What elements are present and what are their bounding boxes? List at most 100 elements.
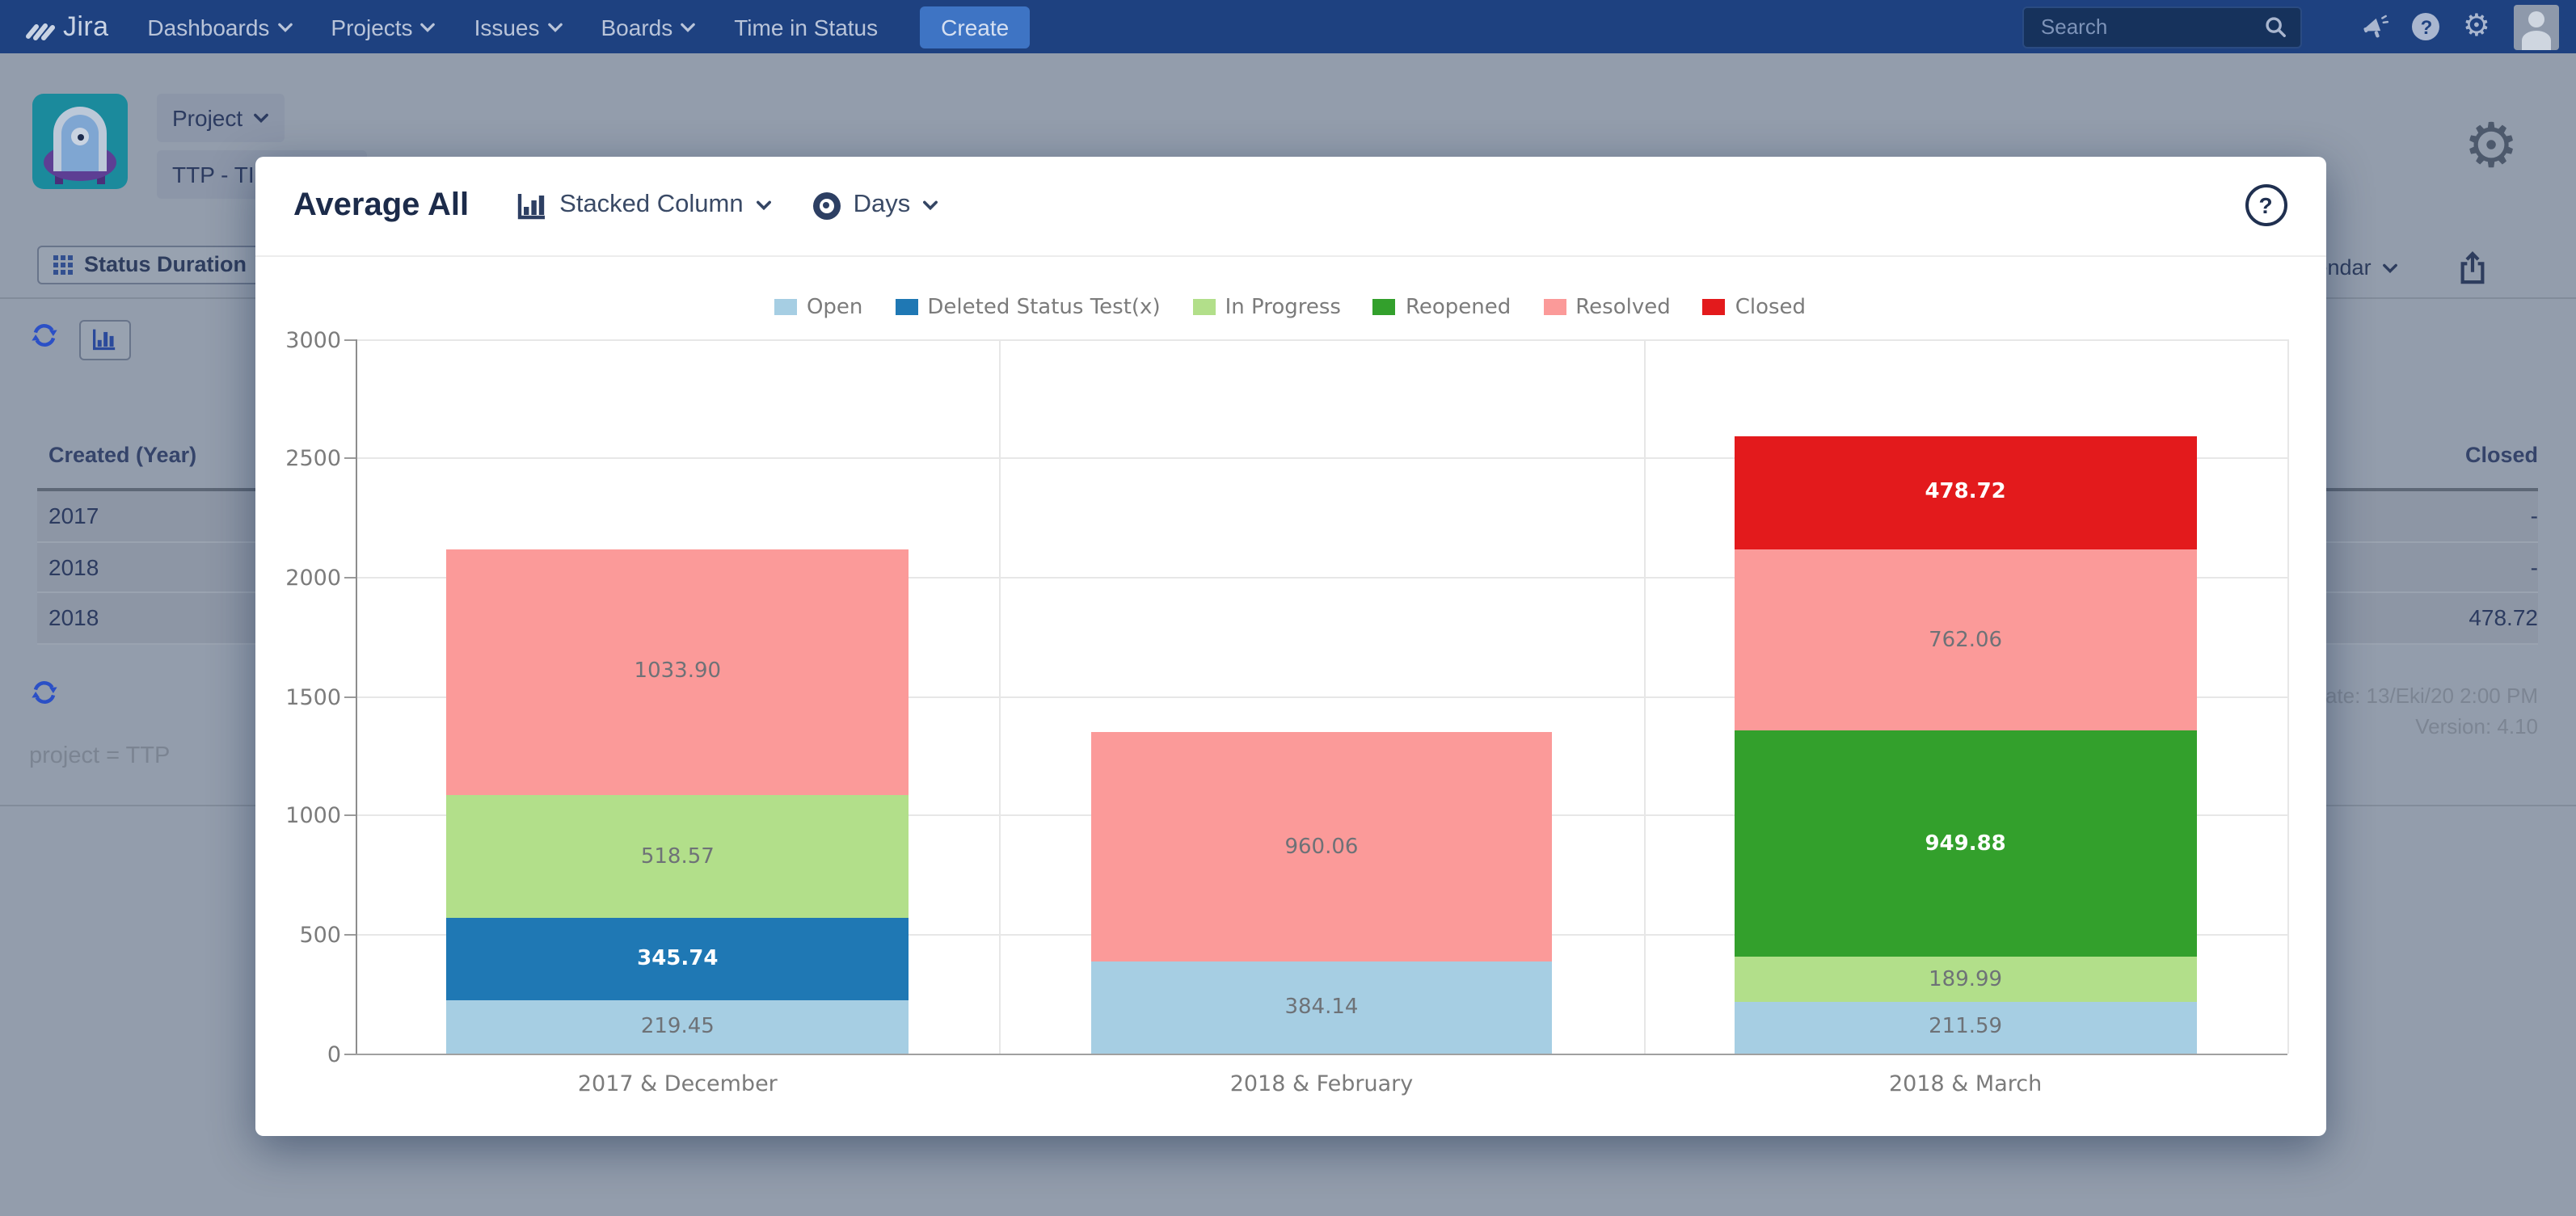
legend-item[interactable]: Closed	[1703, 295, 1806, 319]
table-row-year[interactable]: 2017	[48, 503, 99, 528]
top-navbar: Jira Dashboards Projects Issues Boards T…	[0, 0, 2576, 53]
bar-segment-value: 762.06	[1929, 629, 2002, 653]
chevron-down-icon	[923, 200, 938, 210]
nav-item-time-in-status[interactable]: Time in Status	[734, 14, 878, 40]
y-axis-tick	[344, 1053, 356, 1054]
announcement-icon[interactable]	[2361, 12, 2390, 41]
y-axis-tick	[344, 814, 356, 816]
grid-icon	[53, 255, 73, 274]
legend-swatch	[1193, 300, 1216, 315]
bar-segment-open[interactable]: 211.59	[1735, 1003, 2196, 1053]
bar-segment-value: 345.74	[637, 947, 718, 971]
nav-left: Jira Dashboards Projects Issues Boards T…	[0, 6, 1030, 48]
legend-swatch	[774, 300, 797, 315]
modal-help-icon[interactable]: ?	[2245, 184, 2287, 226]
legend-item[interactable]: In Progress	[1193, 295, 1341, 319]
avatar-body	[2521, 30, 2550, 49]
bar-segment-value: 949.88	[1925, 832, 2005, 856]
jql-filter-text: project = TTP	[29, 743, 170, 768]
y-axis-tick	[344, 696, 356, 697]
bar-segment-value: 1033.90	[635, 659, 722, 684]
table-row-year[interactable]: 2018	[48, 553, 99, 579]
y-axis-label: 500	[264, 923, 341, 949]
x-axis-label: 2017 & December	[356, 1071, 1000, 1096]
create-button[interactable]: Create	[920, 6, 1030, 48]
avatar-eye	[77, 133, 83, 140]
bar-chart-icon	[92, 328, 116, 351]
legend-item[interactable]: Deleted Status Test(x)	[895, 295, 1160, 319]
jira-logo[interactable]: Jira	[23, 11, 108, 43]
export-icon[interactable]	[2457, 249, 2488, 296]
legend-label: Resolved	[1575, 295, 1670, 319]
bar-segment-in-progress[interactable]: 189.99	[1735, 957, 2196, 1003]
y-axis-label: 1000	[264, 803, 341, 829]
avatar-head	[2528, 11, 2544, 27]
table-header-created-year: Created (Year)	[48, 443, 196, 467]
bar-segment-resolved[interactable]: 762.06	[1735, 549, 2196, 731]
y-axis-label: 0	[264, 1041, 341, 1067]
nav-item-projects[interactable]: Projects	[331, 14, 435, 40]
category-cell: 384.14 960.06	[1000, 339, 1644, 1053]
y-axis-tick	[344, 934, 356, 936]
legend-item[interactable]: Resolved	[1543, 295, 1670, 319]
legend-item[interactable]: Open	[774, 295, 862, 319]
search-icon	[2264, 15, 2288, 39]
bar-segment-reopened[interactable]: 949.88	[1735, 731, 2196, 957]
legend-label: In Progress	[1225, 295, 1341, 319]
chevron-down-icon	[757, 200, 771, 210]
bar-segment-resolved[interactable]: 1033.90	[447, 549, 909, 795]
eye-icon	[813, 191, 841, 219]
chevron-down-icon	[254, 113, 268, 123]
search-box[interactable]	[2023, 6, 2303, 48]
y-axis-label: 2000	[264, 566, 341, 591]
legend-item[interactable]: Reopened	[1373, 295, 1511, 319]
chart-toggle-button[interactable]	[78, 319, 130, 360]
nav-item-issues[interactable]: Issues	[474, 14, 563, 40]
bar-segment-closed[interactable]: 478.72	[1735, 435, 2196, 549]
bar-segment-value: 960.06	[1284, 835, 1358, 859]
stacked-bar[interactable]: 219.45 345.74 518.57 1033.90	[447, 549, 909, 1053]
refresh-icon[interactable]	[31, 679, 58, 714]
stacked-bar[interactable]: 384.14 960.06	[1090, 733, 1552, 1053]
version-text: Version: 4.10	[2415, 713, 2538, 738]
nav-item-label: Time in Status	[734, 14, 878, 40]
y-axis-tick	[344, 457, 356, 459]
bar-chart-icon	[517, 191, 546, 219]
y-axis-label: 1500	[264, 684, 341, 710]
legend-swatch	[895, 300, 917, 315]
unit-dropdown[interactable]: Days	[813, 191, 938, 220]
bar-segment-open[interactable]: 219.45	[447, 1000, 909, 1053]
legend-label: Closed	[1735, 295, 1806, 319]
chart-legend: Open Deleted Status Test(x) In Progress Reo…	[255, 295, 2325, 319]
chart-type-dropdown[interactable]: Stacked Column	[517, 191, 770, 220]
help-icon[interactable]: ?	[2413, 13, 2440, 40]
bar-segment-resolved[interactable]: 960.06	[1090, 733, 1552, 961]
chart-type-label: Stacked Column	[559, 191, 743, 220]
project-dropdown[interactable]: Project	[156, 94, 285, 142]
help-glyph: ?	[2421, 15, 2433, 38]
chart-modal: Average All Stacked Column Days	[255, 156, 2325, 1135]
nav-item-label: Issues	[474, 14, 540, 40]
refresh-icon[interactable]	[31, 322, 58, 357]
search-input[interactable]	[2038, 13, 2264, 40]
help-glyph: ?	[2258, 192, 2272, 218]
chevron-down-icon	[421, 22, 436, 32]
bar-segment-value: 478.72	[1925, 481, 2005, 505]
bar-segment-open[interactable]: 384.14	[1090, 961, 1552, 1053]
bar-segment-in-progress[interactable]: 518.57	[447, 795, 909, 919]
bar-segment-deleted-status-test-x-[interactable]: 345.74	[447, 918, 909, 1000]
chevron-down-icon	[681, 22, 695, 32]
settings-gear-icon[interactable]: ⚙	[2463, 11, 2490, 42]
legend-label: Deleted Status Test(x)	[927, 295, 1160, 319]
bar-segment-value: 219.45	[641, 1015, 715, 1039]
nav-item-boards[interactable]: Boards	[601, 14, 696, 40]
page-settings-gear-icon[interactable]: ⚙	[2464, 116, 2519, 178]
table-row-year[interactable]: 2018	[48, 604, 99, 630]
bar-segment-value: 189.99	[1929, 968, 2002, 992]
user-avatar[interactable]	[2513, 4, 2558, 49]
table-row-closed-value: 478.72	[2468, 604, 2538, 630]
stacked-bar[interactable]: 211.59 189.99 949.88 762.06 478.72	[1735, 435, 2196, 1053]
legend-swatch	[1703, 300, 1726, 315]
x-axis-label: 2018 & March	[1643, 1071, 2287, 1096]
nav-item-dashboards[interactable]: Dashboards	[147, 14, 292, 40]
